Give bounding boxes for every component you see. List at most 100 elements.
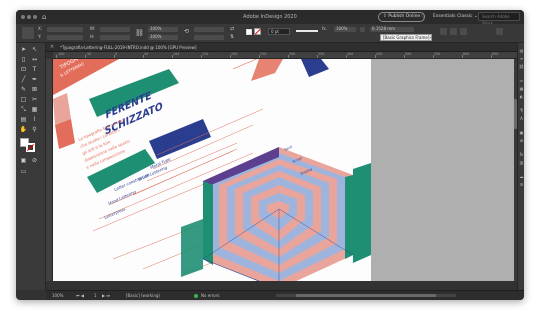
formatting-container-icon[interactable]: ▣ xyxy=(19,157,28,165)
selection-tool-icon[interactable]: ➤ xyxy=(19,46,28,54)
gradient-tool-icon[interactable]: ▦ xyxy=(30,106,39,114)
align-panel-icon[interactable]: ⊞ xyxy=(519,139,524,143)
w-label: W: xyxy=(90,26,96,31)
stroke-swatch[interactable] xyxy=(254,28,261,35)
ruler-tick xyxy=(375,55,376,58)
preflight-profile[interactable]: [Basic] (working) xyxy=(126,292,160,299)
navy-corner-shape xyxy=(301,59,329,77)
ruler-tick xyxy=(114,55,115,58)
lightbulb-icon[interactable]: ♢ xyxy=(420,12,426,21)
type-tool-icon[interactable]: T xyxy=(30,66,39,74)
preflight-errors[interactable]: No errors xyxy=(201,292,219,299)
paragraph-styles-icon[interactable]: ¶ xyxy=(519,109,524,113)
document-tab-label: *Typografia-Lettering-FULL-2019-INTRO.in… xyxy=(60,45,197,50)
height-field[interactable] xyxy=(100,35,130,40)
rectangle-frame-tool-icon[interactable]: ⊠ xyxy=(30,86,39,94)
layers-panel-icon[interactable]: ≡ xyxy=(519,57,524,61)
scissors-tool-icon[interactable]: ✂ xyxy=(30,96,39,104)
width-field[interactable] xyxy=(100,27,130,32)
vertical-ruler[interactable] xyxy=(46,59,53,281)
stack-label-1: Letterpress xyxy=(103,206,126,220)
page-number[interactable]: 1 xyxy=(94,292,97,299)
color-panel-icon[interactable]: ◐ xyxy=(519,95,524,99)
horizontal-scroll-thumb[interactable] xyxy=(296,294,436,297)
zoom-tool-icon[interactable]: ⚲ xyxy=(30,126,39,134)
hand-tool-icon[interactable]: ✋ xyxy=(19,126,28,134)
panel-dock: ▤ ≡ ⛓ ▭ ▦ ◐ ¶ A ▣ ⊞ fx ▥ ☁ ☰ xyxy=(517,43,524,290)
gap-tool-icon[interactable]: ↔ xyxy=(30,56,39,64)
ruler-tick xyxy=(230,55,231,58)
links-panel-icon[interactable]: ⛓ xyxy=(519,65,524,69)
control-bar: X: Y: W: H: ⛓ 100% 100% ⟲ ⇄ ⇅ 0 pt fx. 1… xyxy=(16,24,524,43)
wrap-bounding-icon[interactable] xyxy=(450,28,457,35)
close-tab-icon[interactable]: × xyxy=(50,44,54,51)
stroke-type-preview[interactable] xyxy=(296,30,318,32)
ruler-tick-label: 200 xyxy=(231,52,238,56)
pen-tool-icon[interactable]: ✒ xyxy=(30,76,39,84)
horizontal-scrollbar[interactable] xyxy=(276,294,456,297)
control-bar-menu-icon[interactable] xyxy=(496,28,503,35)
wrap-none-icon[interactable] xyxy=(440,28,447,35)
rotate-icon[interactable]: ⟲ xyxy=(184,29,189,35)
ruler-tick-label: -100 xyxy=(57,52,65,56)
stroke-color-box[interactable] xyxy=(26,143,35,152)
stroke-panel-icon[interactable]: ▭ xyxy=(519,79,524,83)
rotation-field[interactable] xyxy=(194,27,224,32)
stock-search-input[interactable]: Search Adobe Stock xyxy=(478,12,520,26)
swatches-panel-icon[interactable]: ▦ xyxy=(519,87,524,91)
ruler-tick xyxy=(404,55,405,58)
screen-mode-icon[interactable]: ▭ xyxy=(19,168,28,176)
flip-horizontal-icon[interactable]: ⇄ xyxy=(230,26,234,32)
page-nav-next-icon[interactable]: ▶ ⏭ xyxy=(102,292,110,299)
page-nav-prev-icon[interactable]: ⏮ ◀ xyxy=(76,292,84,299)
page-artwork: TIPOGRAFIA & LETTERING FERENTE SCHIZZATO… xyxy=(53,59,371,281)
constrain-link-icon[interactable]: ⛓ xyxy=(135,30,144,37)
free-transform-tool-icon[interactable]: ⤡ xyxy=(19,106,28,114)
reference-point-icon[interactable] xyxy=(22,27,34,39)
x-label: X: xyxy=(38,26,43,31)
page-tool-icon[interactable]: ▯ xyxy=(19,56,28,64)
apply-none-icon[interactable]: ⊘ xyxy=(30,157,39,165)
gradient-panel-icon[interactable]: ▥ xyxy=(519,161,524,165)
pencil-tool-icon[interactable]: ✎ xyxy=(19,86,28,94)
character-styles-icon[interactable]: A xyxy=(519,117,524,121)
note-tool-icon[interactable]: ▤ xyxy=(19,116,28,124)
publish-online-button[interactable]: ⇪ Publish Online xyxy=(378,12,426,22)
zoom-level[interactable]: 100% xyxy=(52,292,63,299)
h-label: H: xyxy=(90,34,95,39)
cc-libraries-icon[interactable]: ☁ xyxy=(519,175,524,179)
x-field[interactable] xyxy=(47,27,83,32)
fill-swatch[interactable] xyxy=(246,29,252,35)
properties-panel-icon[interactable]: ☰ xyxy=(519,183,524,187)
line-tool-icon[interactable]: ╱ xyxy=(19,76,28,84)
ruler-tick-label: 600 xyxy=(463,52,470,56)
content-collector-icon[interactable]: ⊡ xyxy=(19,66,28,74)
stroke-weight-field[interactable]: 0 pt xyxy=(268,28,290,35)
effects-panel-icon[interactable]: fx xyxy=(519,153,524,157)
direct-selection-tool-icon[interactable]: ↖ xyxy=(30,46,39,54)
rectangle-tool-icon[interactable]: □ xyxy=(19,96,28,104)
teal-band-shape xyxy=(89,69,179,117)
ruler-tick xyxy=(172,55,173,58)
document-tab[interactable]: × *Typografia-Lettering-FULL-2019-INTRO.… xyxy=(46,43,520,52)
preflight-status-icon xyxy=(194,294,198,298)
horizontal-ruler[interactable]: -100 -50 0 50 100 150 200 250 300 350 400 450 500 550… xyxy=(53,52,520,59)
ruler-tick-label: 250 xyxy=(260,52,267,56)
object-style-field[interactable]: [Basic Graphics Frame]+ xyxy=(380,34,432,41)
wrap-shape-icon[interactable] xyxy=(460,28,467,35)
pages-panel-icon[interactable]: ▤ xyxy=(519,49,524,53)
y-field[interactable] xyxy=(47,35,83,40)
document-page[interactable]: TIPOGRAFIA & LETTERING FERENTE SCHIZZATO… xyxy=(53,59,371,281)
text-wrap-icon[interactable]: ▣ xyxy=(519,131,524,135)
eyedropper-tool-icon[interactable]: ⌇ xyxy=(30,116,39,124)
fx-label[interactable]: fx. xyxy=(322,26,327,32)
pasteboard[interactable]: TIPOGRAFIA & LETTERING FERENTE SCHIZZATO… xyxy=(53,59,517,281)
workspace-switcher[interactable]: Essentials Classic ⌄ xyxy=(433,13,478,21)
gap-value: 0.1528 mm xyxy=(372,26,396,31)
shear-field[interactable] xyxy=(194,35,224,40)
ruler-tick-label: -50 xyxy=(86,52,92,56)
corner-options-icon[interactable] xyxy=(360,27,365,32)
scale-y-value: 100% xyxy=(150,34,162,39)
ruler-tick-label: 650 xyxy=(492,52,499,56)
flip-vertical-icon[interactable]: ⇅ xyxy=(230,34,234,40)
